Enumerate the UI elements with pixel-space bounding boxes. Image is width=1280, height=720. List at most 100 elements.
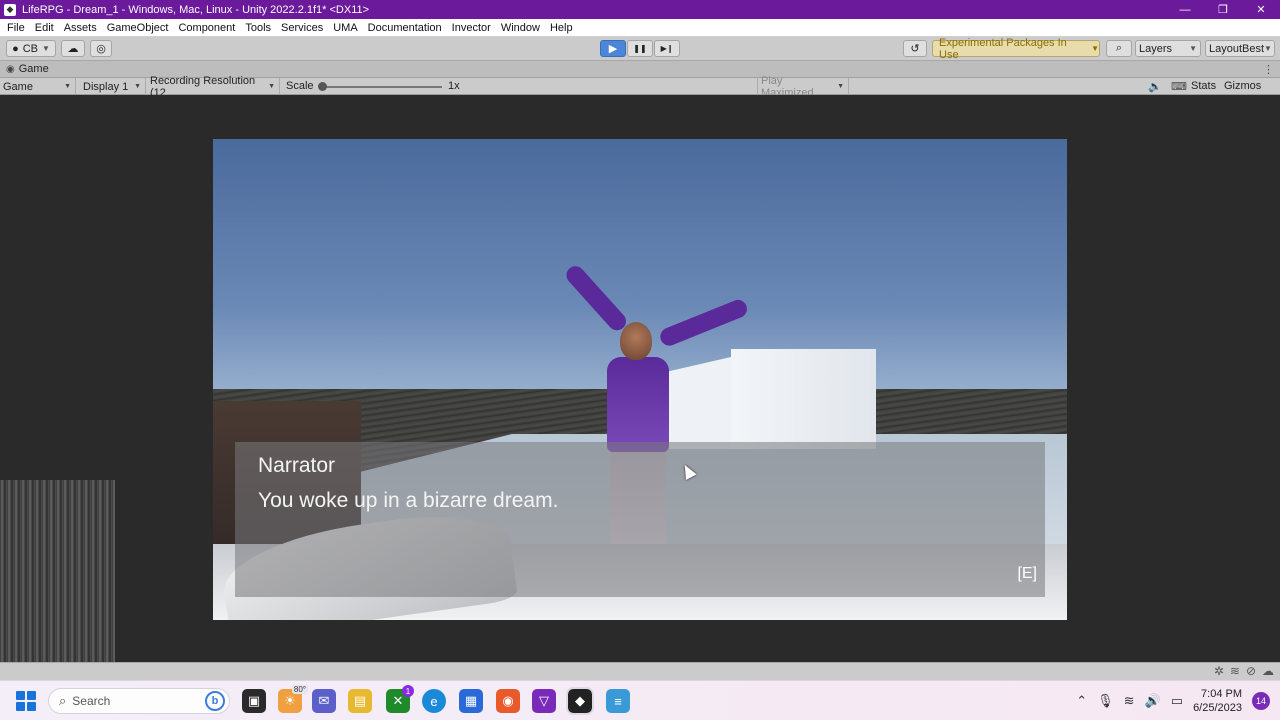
chevron-down-icon: ▼ [1189, 44, 1197, 53]
gizmos-button[interactable]: Gizmos [1224, 80, 1261, 92]
unity-app-icon: ◆ [4, 3, 16, 16]
chevron-down-icon: ▼ [837, 83, 844, 90]
view-dropdown[interactable]: Game ▼ [0, 78, 76, 95]
tab-game-label: Game [18, 63, 49, 75]
notepad-icon[interactable]: ≡ [606, 689, 630, 713]
store-icon[interactable]: ▦ [459, 689, 483, 713]
volume-icon[interactable]: 🔊 [1145, 693, 1161, 709]
play-button[interactable]: ▶ [600, 40, 626, 57]
weather-temp: 80° [291, 685, 308, 694]
scale-slider-track[interactable] [322, 86, 442, 88]
status-icons: ✲ ≋ ⊘ ☁ [1214, 664, 1274, 678]
database-icon[interactable]: ≋ [1230, 664, 1240, 678]
teams-chat-icon[interactable]: ✉ [312, 689, 336, 713]
view-label: Game [3, 80, 33, 93]
taskbar-search-placeholder: Search [72, 694, 111, 708]
character-head [620, 322, 652, 360]
xbox-icon[interactable]: ✕ 1 [386, 685, 414, 713]
character-torso [607, 357, 669, 452]
step-icon: ▶❙ [660, 44, 674, 53]
scale-slider-thumb[interactable] [318, 82, 327, 91]
layout-label: LayoutBest [1209, 42, 1265, 55]
search-button[interactable]: ⌕ [1106, 40, 1132, 57]
resolution-dropdown[interactable]: Recording Resolution (12 ▼ [147, 75, 280, 99]
continue-key-hint[interactable]: [E] [1017, 565, 1037, 583]
microphone-icon[interactable]: 🎙 [1097, 693, 1114, 709]
pause-icon: ❚❚ [633, 44, 647, 53]
show-hidden-icons-icon[interactable]: ⌃ [1076, 693, 1087, 709]
tab-game[interactable]: ◉ Game [0, 63, 49, 75]
proton-vpn-icon[interactable]: ▽ [532, 689, 556, 713]
menu-invector[interactable]: Invector [447, 19, 496, 37]
render-artifact [0, 480, 115, 662]
character-left-arm [562, 262, 630, 335]
window-titlebar: ◆ LifeRPG - Dream_1 - Windows, Mac, Linu… [0, 0, 1280, 19]
pause-button[interactable]: ❚❚ [627, 40, 653, 57]
menu-gameobject[interactable]: GameObject [102, 19, 174, 37]
character-right-arm [657, 297, 750, 349]
bing-icon[interactable]: b [205, 691, 225, 711]
battery-icon[interactable]: ▭ [1171, 693, 1183, 709]
step-button[interactable]: ▶❙ [654, 40, 680, 57]
chevron-down-icon: ▼ [1264, 44, 1272, 53]
restore-button[interactable]: ❐ [1204, 0, 1242, 19]
display-label: Display 1 [83, 80, 129, 93]
menu-uma[interactable]: UMA [328, 19, 362, 37]
close-button[interactable]: ✕ [1242, 0, 1280, 19]
main-toolbar: ● CB ▼ ☁ ◎ ▶ ❚❚ ▶❙ ↺ Experimental Packag… [0, 37, 1280, 61]
cloud-button[interactable]: ☁ [61, 40, 85, 57]
windows-start-icon[interactable] [16, 691, 36, 711]
notification-count-badge[interactable]: 14 [1252, 692, 1270, 710]
taskbar-search[interactable]: ⌕ Search b [48, 688, 230, 714]
menu-edit[interactable]: Edit [30, 19, 59, 37]
undo-history-button[interactable]: ↺ [903, 40, 927, 57]
game-view-toolbar: Game ▼ Display 1 ▼ Recording Resolution … [0, 75, 1280, 99]
minimize-button[interactable]: — [1166, 0, 1204, 19]
chevron-down-icon: ▼ [1091, 44, 1099, 53]
menu-documentation[interactable]: Documentation [363, 19, 447, 37]
recorder-app-icon[interactable]: ◉ [496, 689, 520, 713]
task-view-icon[interactable]: ▣ [242, 689, 266, 713]
layout-dropdown[interactable]: LayoutBest ▼ [1205, 40, 1275, 57]
clock[interactable]: 7:04 PM 6/25/2023 [1193, 687, 1242, 715]
dialogue-text: You woke up in a bizarre dream. [258, 489, 559, 512]
weather-icon[interactable]: ☀ 80° [278, 685, 308, 713]
wifi-icon[interactable]: ≋ [1124, 693, 1135, 709]
account-dropdown[interactable]: ● CB ▼ [6, 40, 56, 57]
file-explorer-icon[interactable]: ▤ [348, 689, 372, 713]
dialogue-box: Narrator You woke up in a bizarre dream.… [235, 442, 1045, 597]
gamepad-icon: ◉ [6, 63, 15, 75]
edge-browser-icon[interactable]: e [422, 689, 446, 713]
account-label: CB [22, 42, 38, 55]
layers-label: Layers [1139, 42, 1173, 55]
window-controls: — ❐ ✕ [1166, 0, 1280, 19]
history-icon: ↺ [910, 43, 920, 55]
collab-button[interactable]: ◎ [90, 40, 112, 57]
menu-assets[interactable]: Assets [59, 19, 102, 37]
menu-component[interactable]: Component [173, 19, 240, 37]
white-cube [731, 349, 876, 449]
mute-audio-icon[interactable]: 🔈 [1148, 80, 1162, 93]
menu-tools[interactable]: Tools [240, 19, 276, 37]
no-network-icon[interactable]: ⊘ [1246, 664, 1256, 678]
menu-window[interactable]: Window [496, 19, 545, 37]
menu-file[interactable]: File [2, 19, 30, 37]
dialogue-speaker: Narrator [258, 454, 336, 477]
cloud-status-icon[interactable]: ☁ [1262, 664, 1274, 678]
debug-icon[interactable]: ✲ [1214, 664, 1224, 678]
stats-button[interactable]: Stats [1191, 80, 1216, 92]
game-viewport[interactable]: Narrator You woke up in a bizarre dream.… [213, 139, 1067, 620]
scale-label: Scale [286, 80, 314, 92]
collab-icon: ◎ [96, 43, 106, 55]
search-icon: ⌕ [59, 693, 67, 708]
more-options-icon[interactable]: ⋮ [1263, 63, 1274, 76]
play-icon: ▶ [608, 43, 618, 55]
experimental-packages-button[interactable]: Experimental Packages In Use ▼ [932, 37, 1100, 61]
keyboard-icon[interactable]: ⌨ [1171, 80, 1187, 93]
layers-dropdown[interactable]: Layers ▼ [1135, 40, 1201, 57]
play-maximized-dropdown[interactable]: Play Maximized ▼ [757, 75, 849, 99]
menu-services[interactable]: Services [276, 19, 328, 37]
unity-icon[interactable]: ◆ [566, 687, 594, 715]
display-dropdown[interactable]: Display 1 ▼ [80, 78, 146, 95]
menu-help[interactable]: Help [545, 19, 578, 37]
